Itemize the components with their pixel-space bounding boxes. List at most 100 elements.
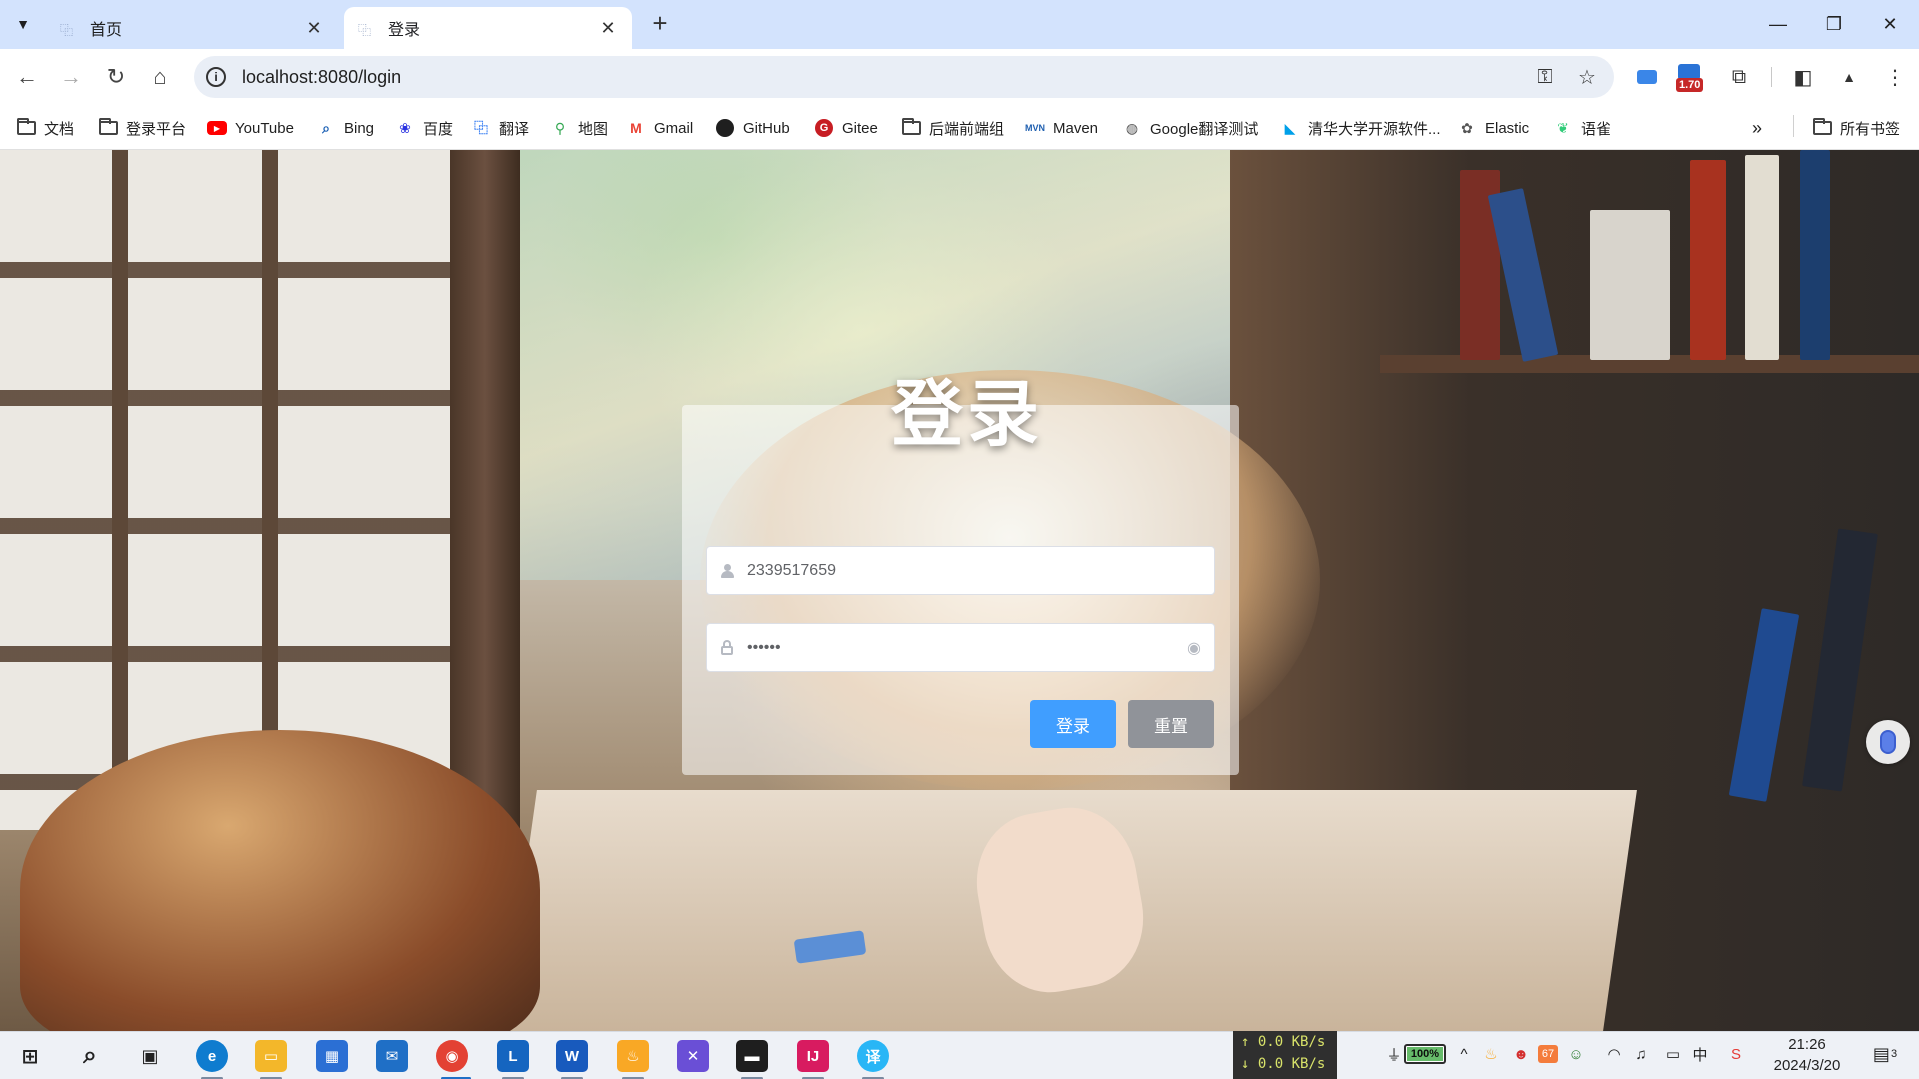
task-view-icon[interactable]: ▣: [134, 1040, 166, 1072]
battery-percent: 100%: [1410, 1048, 1440, 1060]
password-input[interactable]: [747, 624, 1174, 671]
extensions-puzzle-icon[interactable]: ⧉: [1724, 63, 1754, 91]
bookmarks-overflow-chevron-icon[interactable]: »: [1752, 116, 1762, 140]
tray-expand-chevron-icon[interactable]: ^: [1454, 1041, 1474, 1067]
word-icon[interactable]: W: [556, 1040, 588, 1072]
password-field[interactable]: ◉: [706, 623, 1215, 672]
extension-blue-icon[interactable]: [1632, 63, 1662, 91]
bookmark-translate[interactable]: ⿻ 翻译: [471, 116, 529, 140]
bookmark-gitee[interactable]: G Gitee: [814, 116, 878, 140]
translate-favicon-icon: ⿻: [358, 23, 372, 38]
password-key-icon[interactable]: ⚿: [1530, 66, 1560, 89]
battery-small-icon[interactable]: ▭: [1662, 1041, 1684, 1067]
notification-center-icon[interactable]: ▤ 3: [1868, 1041, 1902, 1067]
reload-icon[interactable]: ↻: [100, 61, 132, 93]
chrome-icon[interactable]: ◉: [436, 1040, 468, 1072]
bookmark-google-translate-test[interactable]: ◍ Google翻译测试: [1122, 116, 1258, 140]
bookmark-tsinghua-mirror[interactable]: ◣ 清华大学开源软件...: [1280, 116, 1441, 140]
bookmark-label: 登录平台: [126, 120, 187, 138]
qq-penguin-icon[interactable]: ☻: [1510, 1041, 1532, 1067]
windows-start-icon[interactable]: ⊞: [14, 1040, 46, 1072]
tray-app-red-icon[interactable]: S: [1725, 1041, 1747, 1067]
bookmark-label: 所有书签: [1840, 120, 1901, 138]
menu-kebab-icon[interactable]: ⋮: [1880, 63, 1910, 91]
background-window-post: [450, 150, 520, 870]
address-bar[interactable]: i localhost:8080/login ⚿ ☆: [194, 56, 1614, 98]
minimize-icon[interactable]: —: [1750, 0, 1806, 49]
intellij-idea-icon[interactable]: IJ: [797, 1040, 829, 1072]
background-window-mullion: [262, 150, 278, 830]
tab-search-chevron-icon[interactable]: ▼: [8, 9, 38, 39]
volume-icon[interactable]: ♫: [1630, 1041, 1652, 1067]
show-password-eye-icon[interactable]: ◉: [1174, 638, 1214, 658]
close-tab-icon[interactable]: ✕: [598, 18, 618, 39]
floating-mouse-assistant-icon[interactable]: [1866, 720, 1910, 764]
edge-icon[interactable]: e: [196, 1040, 228, 1072]
baidu-paw-icon: ❀: [399, 119, 411, 136]
lock-icon: [707, 640, 747, 655]
bookmark-maven[interactable]: MVN Maven: [1025, 116, 1098, 140]
all-bookmarks-folder[interactable]: 所有书签: [1812, 116, 1900, 140]
background-window-frame: [0, 150, 520, 830]
translator-icon[interactable]: 译: [857, 1040, 889, 1072]
bookmark-folder-backend-frontend[interactable]: 后端前端组: [901, 116, 1004, 140]
restore-icon[interactable]: ❐: [1806, 0, 1862, 49]
maps-pin-icon: ⚲: [554, 119, 566, 136]
bookmark-baidu[interactable]: ❀ 百度: [395, 116, 453, 140]
side-panel-icon[interactable]: ◧: [1788, 63, 1818, 91]
file-explorer-icon[interactable]: ▭: [255, 1040, 287, 1072]
system-clock[interactable]: 21:26 2024/3/20: [1766, 1034, 1848, 1076]
tray-flame-icon[interactable]: ♨: [1480, 1041, 1502, 1067]
bookmark-label: 清华大学开源软件...: [1308, 120, 1441, 138]
microsoft-store-icon[interactable]: ▦: [316, 1040, 348, 1072]
bookmark-bing[interactable]: ⌕ Bing: [316, 116, 374, 140]
back-arrow-icon[interactable]: ←: [11, 61, 43, 93]
bookmark-folder-docs[interactable]: 文档: [16, 116, 74, 140]
bookmark-folder-login-platform[interactable]: 登录平台: [98, 116, 186, 140]
tray-counter-icon[interactable]: 67: [1537, 1041, 1559, 1067]
tab-home[interactable]: ⿻ 首页 ✕: [46, 7, 338, 49]
bookmark-elastic[interactable]: ✿ Elastic: [1457, 116, 1529, 140]
tab-login[interactable]: ⿻ 登录 ✕: [344, 7, 632, 49]
close-tab-icon[interactable]: ✕: [304, 18, 324, 39]
bookmark-label: Elastic: [1485, 119, 1530, 137]
battery-indicator[interactable]: 100%: [1404, 1044, 1446, 1064]
bookmark-maps[interactable]: ⚲ 地图: [550, 116, 608, 140]
browser-toolbar: ← → ↻ ⌂ i localhost:8080/login ⚿ ☆ 1.70 …: [0, 49, 1919, 105]
url-text[interactable]: localhost:8080/login: [242, 67, 1530, 88]
bookmark-star-icon[interactable]: ☆: [1572, 65, 1602, 90]
new-tab-plus-icon[interactable]: +: [646, 10, 674, 38]
bookmark-youtube[interactable]: ▶ YouTube: [207, 116, 294, 140]
postman-flame-icon[interactable]: ♨: [617, 1040, 649, 1072]
user-icon: [707, 563, 747, 578]
bookmark-yuque[interactable]: ❦ 语雀: [1553, 116, 1611, 140]
login-form-card: ◉ 登录 重置: [682, 405, 1239, 775]
forward-arrow-icon[interactable]: →: [55, 61, 87, 93]
reset-button[interactable]: 重置: [1128, 700, 1214, 748]
tab-strip: ▼ ⿻ 首页 ✕ ⿻ 登录 ✕ + — ❐ ✕: [0, 0, 1919, 49]
network-speed-monitor: ↑ 0.0 KB/s ↓ 0.0 KB/s: [1233, 1031, 1337, 1079]
mail-icon[interactable]: ✉: [376, 1040, 408, 1072]
bookmark-github[interactable]: GitHub: [715, 116, 790, 140]
background-book: [1800, 150, 1830, 360]
username-field[interactable]: [706, 546, 1215, 595]
ime-language-indicator[interactable]: 中: [1689, 1041, 1711, 1067]
bookmark-label: Bing: [344, 119, 375, 137]
profile-icon[interactable]: ▲: [1834, 63, 1864, 91]
dev-tool-icon[interactable]: ✕: [677, 1040, 709, 1072]
site-info-icon[interactable]: i: [206, 67, 226, 87]
lark-icon[interactable]: L: [497, 1040, 529, 1072]
login-button[interactable]: 登录: [1030, 700, 1116, 748]
wifi-icon[interactable]: ◠: [1603, 1041, 1625, 1067]
gitee-icon: G: [814, 119, 834, 137]
wechat-icon[interactable]: ☺: [1565, 1041, 1587, 1067]
extension-badge-icon[interactable]: 1.70: [1674, 64, 1710, 94]
username-input[interactable]: [747, 547, 1214, 594]
home-icon[interactable]: ⌂: [144, 61, 176, 93]
search-icon[interactable]: ⌕: [74, 1040, 106, 1072]
bookmark-gmail[interactable]: M Gmail: [626, 116, 693, 140]
bookmark-label: 后端前端组: [929, 120, 1005, 138]
terminal-icon[interactable]: ▬: [736, 1040, 768, 1072]
background-book: [1745, 155, 1779, 360]
close-window-icon[interactable]: ✕: [1862, 0, 1918, 49]
